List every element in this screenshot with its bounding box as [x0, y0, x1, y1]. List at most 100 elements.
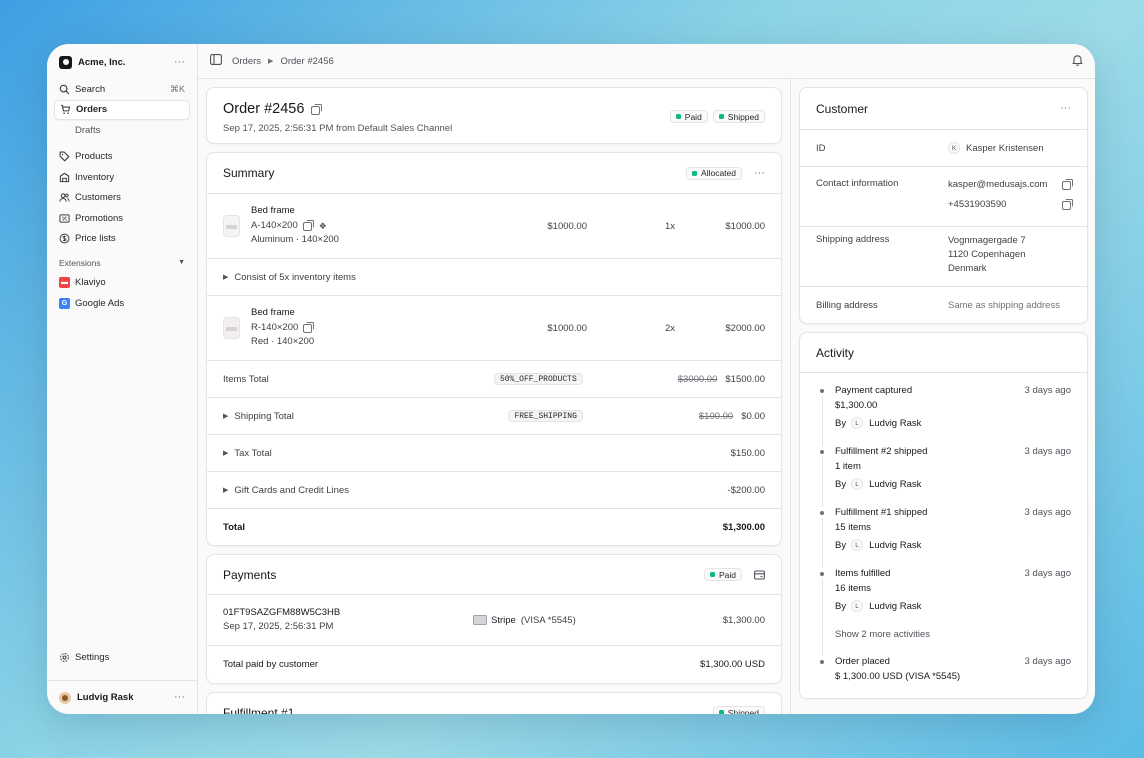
more-icon[interactable]: ···: [174, 692, 185, 703]
activity-detail: 1 item: [835, 461, 861, 472]
breadcrumb-current: Order #2456: [280, 55, 334, 67]
copy-icon[interactable]: [311, 103, 323, 115]
shipping-total-original: $100.00: [698, 410, 734, 422]
timeline-dot: [820, 572, 824, 576]
payment-date: Sep 17, 2025, 2:56:31 PM: [223, 621, 334, 632]
section-title: Payments: [223, 567, 277, 582]
sidebar-item-label: Klaviyo: [75, 277, 106, 288]
order-subtitle: Sep 17, 2025, 2:56:31 PM from Default Sa…: [223, 123, 453, 134]
sidebar-item-drafts[interactable]: Drafts: [54, 120, 190, 140]
org-name: Acme, Inc.: [78, 56, 126, 68]
more-icon[interactable]: ···: [1060, 103, 1071, 114]
sidebar-item-products[interactable]: Products: [54, 147, 190, 167]
shipping-total-toggle[interactable]: ▶ Shipping Total FREE_SHIPPING $100.00 $…: [207, 398, 781, 435]
inventory-items-toggle[interactable]: ▶ Consist of 5x inventory items: [207, 259, 781, 296]
show-more-activities[interactable]: Show 2 more activities: [800, 629, 1087, 656]
field-label: Billing address: [816, 299, 878, 311]
by-label: By: [835, 478, 847, 490]
customer-id-row: ID K Kasper Kristensen: [800, 130, 1087, 167]
avatar: L: [851, 539, 864, 551]
timeline-dot: [820, 511, 824, 515]
sidebar-item-search[interactable]: Search ⌘K: [54, 79, 190, 99]
fulfillment-status-badge: Shipped: [712, 110, 765, 123]
activity-item: Order placed $ 1,300.00 USD (VISA *5545)…: [800, 656, 1087, 696]
triangle-right-icon: ▶: [268, 58, 274, 65]
customer-phone[interactable]: +4531903590: [948, 198, 1006, 212]
customer-name[interactable]: Kasper Kristensen: [966, 143, 1044, 154]
sidebar-item-orders[interactable]: Orders: [54, 99, 190, 120]
items-total-original: $3000.00: [677, 373, 718, 385]
receipt-icon[interactable]: [754, 569, 765, 580]
sidebar-item-label: Price lists: [75, 233, 116, 244]
address-line: 1120 Copenhagen: [948, 249, 1026, 260]
sidebar-item-promotions[interactable]: Promotions: [54, 208, 190, 228]
item-price: $1000.00: [547, 322, 587, 334]
total-row: Total $1,300.00: [207, 509, 781, 545]
search-icon: [59, 84, 70, 95]
triangle-right-icon: ▶: [223, 450, 229, 457]
sidebar-item-inventory[interactable]: Inventory: [54, 167, 190, 187]
google-ads-icon: G: [59, 297, 70, 309]
activity-detail: 16 items: [835, 583, 871, 594]
gift-cards-value: -$200.00: [727, 484, 765, 496]
sidebar-item-price-lists[interactable]: Price lists: [54, 229, 190, 249]
field-label: Contact information: [816, 178, 899, 189]
field-label: ID: [816, 142, 826, 154]
shipping-total-label: Shipping Total: [234, 410, 294, 422]
receipt-percent-icon: [59, 213, 70, 224]
triangle-right-icon: ▶: [223, 487, 229, 494]
inventory-note: Consist of 5x inventory items: [234, 271, 356, 283]
sidebar-item-klaviyo[interactable]: ▬ Klaviyo: [54, 273, 190, 293]
sidebar-item-label: Search: [75, 83, 106, 95]
activity-item: Fulfillment #2 shipped 1 item By L Ludvig …: [800, 446, 1087, 507]
sidebar-item-google-ads[interactable]: G Google Ads: [54, 293, 190, 313]
sidebar-item-settings[interactable]: Settings: [54, 647, 190, 667]
org-logo-icon: [59, 55, 72, 69]
avatar: [59, 691, 71, 704]
payments-card: Payments Paid 01FT9SAZGFM88W5C3HB Sep 17…: [206, 554, 782, 684]
order-header-card: Order #2456 Sep 17, 2025, 2:56:31 PM fro…: [206, 87, 782, 144]
activity-detail: $1,300.00: [835, 400, 878, 411]
billing-value: Same as shipping address: [948, 299, 1060, 311]
summary-card: Summary Allocated ··· Bed frame A-140×20…: [206, 152, 782, 546]
item-quantity: 1x: [665, 220, 676, 232]
allocation-status-badge: Allocated: [686, 166, 742, 180]
activity-item: Fulfillment #1 shipped 15 items By L Ludvi…: [800, 507, 1087, 568]
more-icon[interactable]: ···: [174, 56, 185, 68]
activity-time: 3 days ago: [1024, 385, 1071, 396]
fulfillment-status-badge: Shipped: [712, 706, 765, 714]
copy-icon[interactable]: [1062, 198, 1073, 210]
sidebar: Acme, Inc. ··· Search ⌘K Orders Drafts P…: [47, 44, 198, 714]
product-thumbnail: [223, 317, 240, 339]
more-icon[interactable]: ···: [754, 167, 765, 179]
org-switcher[interactable]: Acme, Inc. ···: [47, 45, 197, 79]
copy-icon[interactable]: [1062, 178, 1073, 190]
timeline-dot: [820, 450, 824, 454]
activity-time: 3 days ago: [1024, 446, 1071, 457]
customer-email[interactable]: kasper@medusajs.com: [948, 178, 1047, 192]
sidebar-item-label: Products: [75, 151, 113, 162]
cart-icon: [60, 104, 71, 115]
breadcrumb-orders[interactable]: Orders: [232, 56, 261, 67]
by-label: By: [835, 600, 847, 612]
sidebar-toggle-icon[interactable]: [210, 54, 222, 68]
section-title: Fulfillment #1: [223, 705, 295, 715]
tax-total-toggle[interactable]: ▶ Tax Total $150.00: [207, 435, 781, 472]
sidebar-item-customers[interactable]: Customers: [54, 188, 190, 208]
user-menu[interactable]: Ludvig Rask ···: [47, 680, 197, 714]
copy-icon[interactable]: [303, 321, 315, 333]
item-total: $1000.00: [725, 220, 765, 232]
field-label: Shipping address: [816, 234, 890, 245]
extensions-section-toggle[interactable]: Extensions ▼: [47, 253, 197, 273]
activity-user: Ludvig Rask: [869, 539, 922, 551]
promo-code-badge: 50%_OFF_PRODUCTS: [493, 373, 583, 385]
tax-total-value: $150.00: [730, 447, 765, 459]
copy-icon[interactable]: [302, 219, 314, 231]
total-paid-label: Total paid by customer: [223, 659, 319, 670]
gift-cards-toggle[interactable]: ▶ Gift Cards and Credit Lines -$200.00: [207, 472, 781, 509]
payment-status-badge: Paid: [669, 110, 708, 123]
sidebar-item-label: Drafts: [75, 124, 101, 136]
item-name: Bed frame: [251, 205, 295, 217]
bell-icon[interactable]: [1072, 54, 1083, 69]
app-window: Acme, Inc. ··· Search ⌘K Orders Drafts P…: [47, 44, 1095, 714]
